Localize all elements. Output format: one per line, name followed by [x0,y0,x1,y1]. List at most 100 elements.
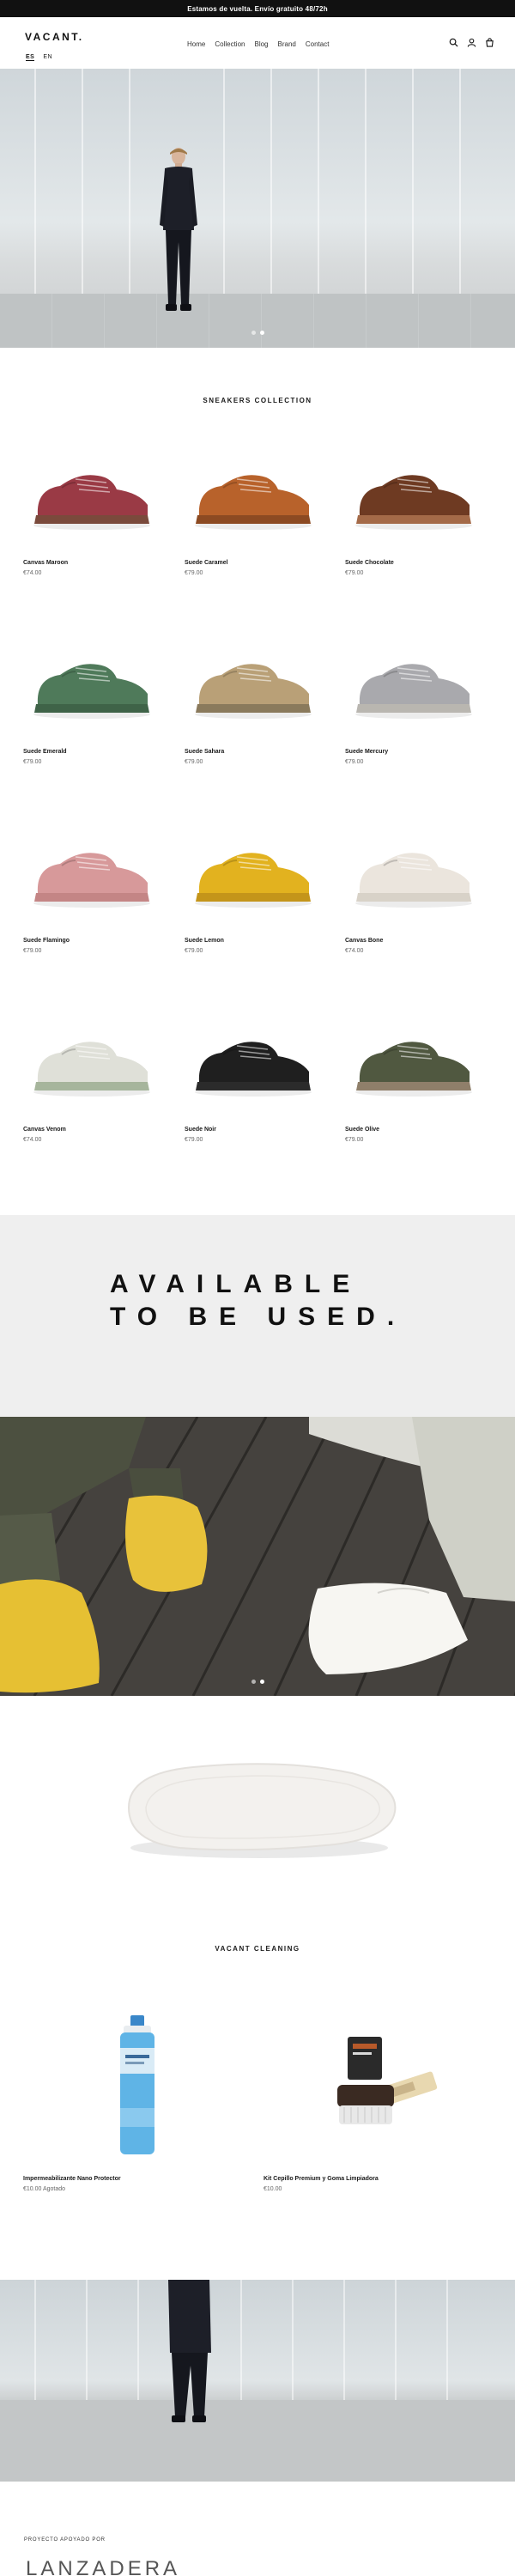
product-name[interactable]: Suede Chocolate [345,560,482,566]
product-price: €74.00 [23,1137,42,1143]
product-name[interactable]: Canvas Maroon [23,560,161,566]
language-switcher: ES EN [26,54,52,61]
product-image[interactable] [345,635,482,738]
sneaker-illustration [33,664,150,719]
product-name[interactable]: Suede Olive [345,1127,482,1133]
product-card[interactable]: Canvas Bone €74.00 [345,824,482,954]
search-icon[interactable] [449,38,458,47]
banner-line-2: TO BE USED. [110,1303,407,1331]
cleaning-product-name[interactable]: Impermeabilizante Nano Protector [23,2176,251,2182]
sneaker-illustration [33,1042,150,1097]
product-image[interactable] [345,1013,482,1116]
product-card[interactable]: Suede Sahara €79.00 [185,635,322,765]
product-price: €74.00 [23,570,42,576]
language-en[interactable]: EN [43,54,52,61]
language-es[interactable]: ES [26,54,35,61]
section-title-sneakers: SNEAKERS COLLECTION [203,397,312,404]
product-price: €79.00 [345,759,364,765]
product-image[interactable] [345,824,482,927]
logo[interactable]: VACANT. [25,31,84,43]
product-name[interactable]: Suede Lemon [185,938,322,944]
spray-can-image [119,2015,154,2154]
product-price: €79.00 [23,948,42,954]
sneaker-illustration [355,664,472,719]
product-card[interactable]: Suede Emerald €79.00 [23,635,161,765]
partner-logo[interactable]: LANZADERA [26,2557,180,2576]
cleaning-product-price: €10.00 Agotado [23,2186,66,2192]
lifestyle-slide-dots [251,1680,264,1684]
lifestyle-dot-2[interactable] [260,1680,264,1684]
cleaning-product-card[interactable]: Impermeabilizante Nano Protector €10.00 … [23,2001,251,2192]
product-card[interactable]: Suede Noir €79.00 [185,1013,322,1143]
product-image[interactable] [185,1013,322,1116]
sole-image [127,1763,397,1858]
section-title-cleaning: VACANT CLEANING [215,1945,300,1953]
product-card[interactable]: Suede Olive €79.00 [345,1013,482,1143]
site-header: VACANT. ES EN Home Collection Blog Brand… [0,17,515,69]
nav-home[interactable]: Home [187,40,205,48]
announcement-bar: Estamos de vuelta. Envío gratuito 48/72h [0,0,515,17]
product-price: €74.00 [345,948,364,954]
product-price: €79.00 [185,1137,203,1143]
product-image[interactable] [23,824,161,927]
product-name[interactable]: Suede Emerald [23,749,161,755]
sneaker-illustration [355,1042,472,1097]
product-name[interactable]: Suede Mercury [345,749,482,755]
product-card[interactable]: Canvas Maroon €74.00 [23,447,161,576]
footer-hero-image [0,2280,515,2482]
nav-blog[interactable]: Blog [254,40,268,48]
sneaker-illustration [195,475,312,530]
product-card[interactable]: Suede Mercury €79.00 [345,635,482,765]
product-price: €79.00 [23,759,42,765]
cart-icon[interactable] [485,38,494,47]
product-name[interactable]: Canvas Bone [345,938,482,944]
product-image[interactable] [23,447,161,550]
cleaning-product-name[interactable]: Kit Cepillo Premium y Goma Limpiadora [264,2176,491,2182]
nav-contact[interactable]: Contact [306,40,330,48]
cleaning-product-price: €10.00 [264,2186,282,2192]
sneaker-illustration [195,664,312,719]
product-image[interactable] [345,447,482,550]
nav-collection[interactable]: Collection [215,40,245,48]
product-image[interactable] [23,1013,161,1116]
product-price: €79.00 [345,570,364,576]
product-image[interactable] [23,2001,251,2172]
product-name[interactable]: Suede Sahara [185,749,322,755]
header-icons [449,38,494,47]
product-image[interactable] [185,824,322,927]
sneaker-illustration [355,475,472,530]
hero-slideshow[interactable] [0,69,515,348]
footer-model-figure [0,2280,515,2482]
lifestyle-slideshow[interactable] [0,1417,515,1696]
product-card[interactable]: Suede Chocolate €79.00 [345,447,482,576]
account-icon[interactable] [467,38,476,47]
supported-by-label: PROYECTO APOYADO POR [24,2537,106,2543]
slide-dot-2[interactable] [260,331,264,335]
nav-brand[interactable]: Brand [278,40,296,48]
slide-dot-1[interactable] [251,331,256,335]
product-image[interactable] [185,635,322,738]
product-card[interactable]: Suede Lemon €79.00 [185,824,322,954]
product-card[interactable]: Canvas Venom €74.00 [23,1013,161,1143]
product-card[interactable]: Suede Flamingo €79.00 [23,824,161,954]
lifestyle-dot-1[interactable] [251,1680,256,1684]
sneaker-illustration [195,1042,312,1097]
product-price: €79.00 [185,948,203,954]
sneaker-illustration [195,853,312,908]
product-price: €79.00 [345,1137,364,1143]
product-name[interactable]: Suede Flamingo [23,938,161,944]
product-card[interactable]: Suede Caramel €79.00 [185,447,322,576]
cleaning-product-card[interactable]: Kit Cepillo Premium y Goma Limpiadora €1… [264,2001,491,2192]
product-image[interactable] [23,635,161,738]
product-image[interactable] [264,2001,491,2172]
sneaker-illustration [355,853,472,908]
brush-kit-image [336,2037,437,2124]
announcement-text: Estamos de vuelta. Envío gratuito 48/72h [187,4,328,13]
lifestyle-image [0,1417,515,1696]
product-name[interactable]: Suede Noir [185,1127,322,1133]
banner-line-1: AVAILABLE [110,1270,362,1298]
product-image[interactable] [185,447,322,550]
hero-model-figure [160,148,197,311]
product-name[interactable]: Canvas Venom [23,1127,161,1133]
product-name[interactable]: Suede Caramel [185,560,322,566]
